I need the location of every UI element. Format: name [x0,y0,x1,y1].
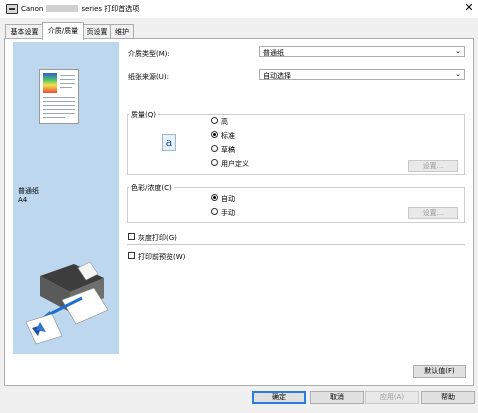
paper-source-label: 纸张来源(U): [128,73,169,81]
printer-illustration [25,261,109,345]
sample-image [43,73,57,93]
cancel-button[interactable]: 取消 [310,391,364,404]
preview-media-name: 普通纸 [18,187,39,195]
color-settings-button[interactable]: 设置... [408,207,458,219]
model-name-redacted [46,5,79,12]
media-type-value: 普通纸 [263,49,284,57]
paper-source-select[interactable]: 自动选择 ⌄ [259,69,465,80]
quality-settings-button[interactable]: 设置... [408,160,458,172]
quality-draft-label[interactable]: 草稿 [221,145,235,155]
preview-media-size: A4 [18,196,28,204]
quality-high-label[interactable]: 高 [221,117,228,127]
defaults-button[interactable]: 默认值(F) [413,365,466,378]
print-preview-checkbox[interactable] [128,252,135,259]
tab-basic-settings[interactable]: 基本设置 [5,24,44,39]
close-icon[interactable]: ✕ [463,2,475,14]
quality-custom-radio[interactable] [211,159,218,166]
quality-high-radio[interactable] [211,117,218,124]
quality-standard-label[interactable]: 标准 [221,131,235,141]
window-title: Canon series 打印首选项 [21,4,139,14]
chevron-down-icon: ⌄ [455,70,461,78]
printer-app-icon [6,4,18,14]
quality-standard-radio[interactable] [211,131,218,138]
print-preview-label[interactable]: 打印前预览(W) [138,252,185,262]
divider [127,244,465,245]
apply-button[interactable]: 应用(A) [365,391,419,404]
chevron-down-icon: ⌄ [455,47,461,55]
color-auto-label[interactable]: 自动 [221,194,235,204]
quality-draft-radio[interactable] [211,145,218,152]
grayscale-checkbox[interactable] [128,233,135,240]
tab-media-quality[interactable]: 介质/质量 [42,22,84,40]
color-manual-radio[interactable] [211,208,218,215]
tab-maintenance[interactable]: 维护 [110,24,134,39]
quality-group-title: 质量(Q) [129,110,158,120]
ok-button[interactable]: 确定 [252,391,306,404]
grayscale-label[interactable]: 灰度打印(G) [138,233,177,243]
tab-page-setup[interactable]: 页设置 [82,24,112,39]
media-type-select[interactable]: 普通纸 ⌄ [259,46,465,57]
paper-preview [39,69,79,124]
quality-letter-icon: a [162,134,176,151]
paper-source-value: 自动选择 [263,72,291,80]
color-auto-radio[interactable] [211,194,218,201]
window-title-prefix: Canon [21,5,44,13]
color-manual-label[interactable]: 手动 [221,208,235,218]
color-intensity-group-title: 色彩/浓度(C) [129,183,174,193]
quality-custom-label[interactable]: 用户定义 [221,159,249,169]
window-title-suffix: series 打印首选项 [81,5,140,13]
help-button[interactable]: 帮助 [421,391,475,404]
media-type-label: 介质类型(M): [128,50,170,58]
